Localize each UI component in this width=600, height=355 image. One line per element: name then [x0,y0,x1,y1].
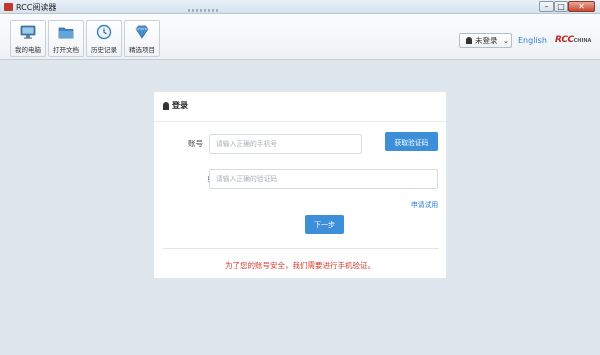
toolbar-item-label: 我的电脑 [15,46,41,54]
toolbar: 我的电脑 打开文档 历史记录 精选项目 未登录 ⌄ English RCCCHI… [0,14,600,60]
toolbar-item-label: 打开文档 [53,46,79,54]
divider [163,248,439,249]
get-code-button[interactable]: 获取验证码 [385,132,438,151]
user-status-label: 未登录 [475,36,498,45]
toolbar-open-document-button[interactable]: 打开文档 [48,20,84,57]
login-card: 登录 账号 获取验证码 验证码 申请试用 下一步 为了您的账号安全，我们需要进行… [153,91,447,279]
next-step-button[interactable]: 下一步 [305,215,344,234]
logo-text: RCC [555,35,574,45]
language-english-link[interactable]: English [518,36,547,45]
app-icon [4,3,13,11]
toolbar-history-button[interactable]: 历史记录 [86,20,122,57]
user-icon [466,37,472,44]
drag-grip[interactable] [188,9,218,12]
account-label: 账号 [188,139,203,148]
phone-input[interactable] [209,134,362,154]
toolbar-item-label: 精选项目 [129,46,155,54]
maximize-button[interactable]: □ [554,1,568,12]
user-login-dropdown[interactable]: 未登录 ⌄ [459,33,512,48]
monitor-icon [20,25,36,39]
verification-code-input[interactable] [209,169,438,189]
toolbar-featured-button[interactable]: 精选项目 [124,20,160,57]
toolbar-my-computer-button[interactable]: 我的电脑 [10,20,46,57]
title-bar: RCC阅读器 – □ ✕ [0,0,600,14]
apply-trial-link[interactable]: 申请试用 [411,199,438,209]
user-icon [163,102,169,110]
logo-subtext: CHINA [573,38,592,44]
diamond-icon [135,25,149,39]
window-title: RCC阅读器 [16,3,57,12]
toolbar-item-label: 历史记录 [91,46,117,54]
minimize-button[interactable]: – [539,1,554,12]
security-notice: 为了您的账号安全，我们需要进行手机验证。 [225,261,375,270]
chevron-down-icon: ⌄ [502,36,510,45]
login-title: 登录 [172,101,188,110]
rcc-logo: RCCCHINA [555,35,591,45]
login-card-header: 登录 [154,92,446,122]
clock-icon [96,24,112,40]
folder-icon [58,27,74,39]
close-button[interactable]: ✕ [568,1,595,12]
